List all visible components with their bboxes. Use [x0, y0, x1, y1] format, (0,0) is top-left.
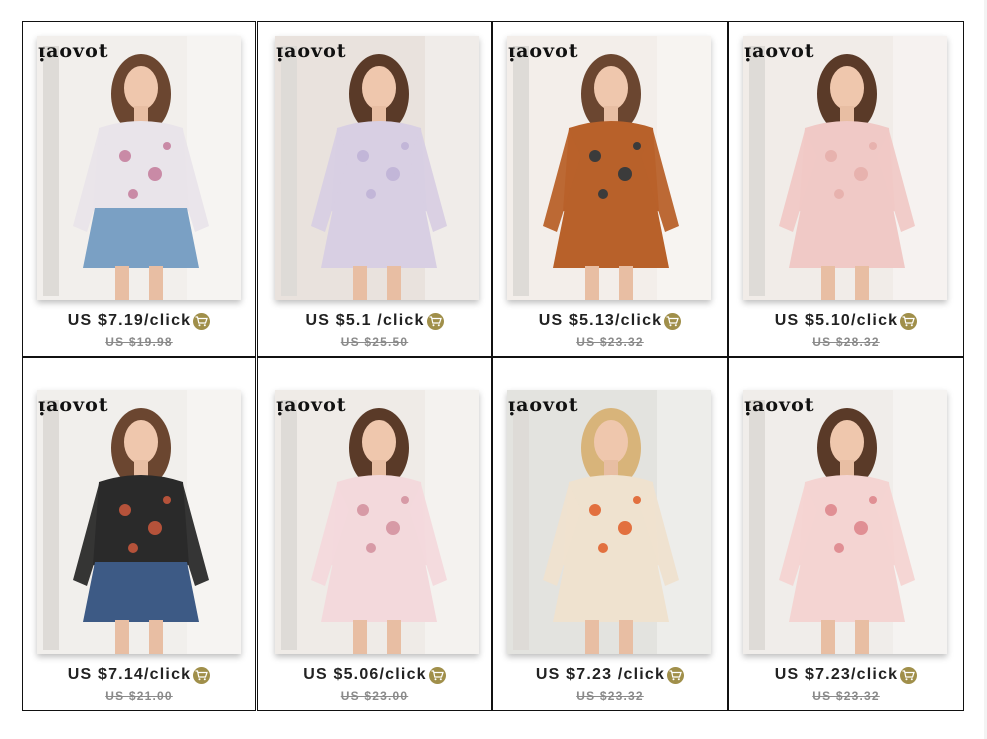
- price-per-click[interactable]: US $5.1 /click: [305, 312, 424, 329]
- original-price: US $23.32: [812, 689, 880, 703]
- price-row: US $5.1 /click: [258, 312, 491, 330]
- price-row: US $7.23/click: [729, 666, 963, 684]
- product-card[interactable]: ᴉaovot US $5.06/click US $23.00: [257, 357, 492, 711]
- shopping-cart-icon[interactable]: [426, 312, 444, 330]
- product-card[interactable]: ᴉaovot US $7.14/click US $21.00: [22, 357, 256, 711]
- product-card[interactable]: ᴉaovot US $7.19/click US $19.98: [22, 21, 256, 357]
- price-per-click[interactable]: US $7.19/click: [68, 312, 192, 329]
- original-price: US $21.00: [105, 689, 173, 703]
- price-row: US $7.23 /click: [493, 666, 727, 684]
- product-card[interactable]: ᴉaovot US $5.10/click US $28.32: [728, 21, 964, 357]
- product-grid: ᴉaovot US $7.19/click US $19.98 ᴉaovot US $5…: [0, 0, 987, 739]
- product-image[interactable]: ᴉaovot: [743, 36, 947, 300]
- original-price: US $23.00: [340, 689, 409, 703]
- price-per-click[interactable]: US $5.06/click: [303, 666, 427, 683]
- price-per-click[interactable]: US $7.23 /click: [536, 666, 665, 683]
- price-per-click[interactable]: US $5.13/click: [539, 312, 663, 329]
- original-price: US $19.98: [105, 335, 173, 349]
- product-image[interactable]: ᴉaovot: [275, 36, 479, 300]
- product-image[interactable]: ᴉaovot: [507, 390, 711, 654]
- price-per-click[interactable]: US $7.14/click: [68, 666, 192, 683]
- product-card[interactable]: ᴉaovot US $5.1 /click US $25.50: [257, 21, 492, 357]
- product-image[interactable]: ᴉaovot: [507, 36, 711, 300]
- original-price: US $23.32: [576, 335, 644, 349]
- product-card[interactable]: ᴉaovot US $5.13/click US $23.32: [492, 21, 728, 357]
- original-price: US $28.32: [812, 335, 880, 349]
- original-price: US $23.32: [576, 689, 644, 703]
- shopping-cart-icon[interactable]: [900, 666, 918, 684]
- shopping-cart-icon[interactable]: [428, 666, 446, 684]
- product-image[interactable]: ᴉaovot: [743, 390, 947, 654]
- shopping-cart-icon[interactable]: [193, 666, 211, 684]
- price-per-click[interactable]: US $7.23/click: [775, 666, 899, 683]
- price-row: US $5.10/click: [729, 312, 963, 330]
- price-row: US $7.14/click: [23, 666, 255, 684]
- product-image[interactable]: ᴉaovot: [275, 390, 479, 654]
- original-price: US $25.50: [340, 335, 409, 349]
- price-row: US $5.06/click: [258, 666, 491, 684]
- shopping-cart-icon[interactable]: [193, 312, 211, 330]
- product-card[interactable]: ᴉaovot US $7.23/click US $23.32: [728, 357, 964, 711]
- shopping-cart-icon[interactable]: [667, 666, 685, 684]
- price-per-click[interactable]: US $5.10/click: [775, 312, 899, 329]
- product-card[interactable]: ᴉaovot US $7.23 /click US $23.32: [492, 357, 728, 711]
- product-image[interactable]: ᴉaovot: [37, 390, 241, 654]
- shopping-cart-icon[interactable]: [664, 312, 682, 330]
- price-row: US $5.13/click: [493, 312, 727, 330]
- shopping-cart-icon[interactable]: [900, 312, 918, 330]
- price-row: US $7.19/click: [23, 312, 255, 330]
- product-image[interactable]: ᴉaovot: [37, 36, 241, 300]
